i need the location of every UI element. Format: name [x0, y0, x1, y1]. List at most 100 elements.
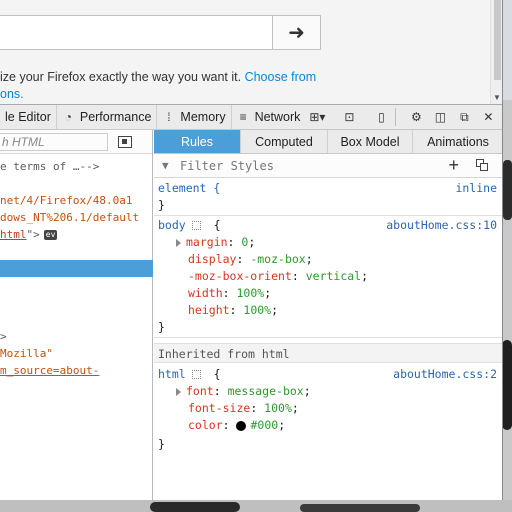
markup-text: Mozilla" [0, 347, 53, 360]
promo-sentence: ize your Firefox exactly the way you wan… [0, 70, 242, 84]
choose-from-link[interactable]: Choose from [245, 70, 317, 84]
css-declaration[interactable]: margin: 0; [176, 234, 255, 251]
css-declaration[interactable]: color: #000; [188, 417, 285, 434]
dock-side-icon: ◫ [434, 110, 447, 124]
tab-memory[interactable]: ⁞ Memory [157, 104, 232, 130]
markup-text: net/4/Firefox/48.0a1 [0, 194, 133, 207]
search-input[interactable] [0, 15, 273, 50]
property-name[interactable]: margin [186, 235, 228, 249]
close-icon: ✕ [483, 110, 494, 124]
markup-node-line[interactable]: html"> ev [0, 226, 153, 243]
property-value[interactable]: -moz-box [250, 252, 305, 266]
network-icon: ≡ [239, 110, 247, 124]
highlight-selector-icon[interactable] [191, 221, 201, 230]
css-declaration[interactable]: width: 100%; [188, 285, 271, 302]
filter-styles-input[interactable]: Filter Styles [180, 159, 274, 173]
event-badge[interactable]: ev [43, 230, 58, 240]
property-name[interactable]: font [186, 384, 214, 398]
tab-label: Network [254, 110, 301, 124]
element-rule-selector[interactable]: element { [158, 180, 220, 197]
html-rule-selector[interactable]: html { [158, 366, 221, 383]
property-name[interactable]: height [188, 303, 230, 317]
tab-performance[interactable]: ◔ Performance [57, 104, 158, 130]
tab-animations[interactable]: Animations [413, 130, 502, 153]
markup-node-line[interactable]: e terms of …--> [0, 158, 153, 175]
markup-node-line[interactable]: Mozilla" [0, 345, 153, 362]
element-rule-source[interactable]: inline [455, 180, 497, 197]
markup-node-line[interactable]: net/4/Firefox/48.0a1 [0, 192, 153, 209]
markup-text: > [0, 330, 7, 343]
inherited-header: Inherited from html [154, 343, 502, 363]
responsive-mode-button[interactable]: ▯ [369, 105, 393, 130]
css-declaration[interactable]: display: -moz-box; [188, 251, 313, 268]
css-declaration[interactable]: font-size: 100%; [188, 400, 299, 417]
markup-node-line[interactable] [0, 294, 153, 311]
search-go-button[interactable]: ➜ [273, 15, 321, 50]
open-brace: { [213, 367, 221, 381]
markup-panel: h HTML e terms of …--> net/4/Firefox/48.0… [0, 130, 153, 500]
toggle-pseudo-classes-icon[interactable] [476, 159, 489, 172]
property-name[interactable]: -moz-box-orient [188, 269, 292, 283]
undock-button[interactable]: ⧉ [452, 105, 476, 130]
close-devtools-button[interactable]: ✕ [476, 105, 500, 130]
property-name[interactable]: display [188, 252, 236, 266]
scratchpad-icon: ⊡ [344, 110, 355, 124]
property-value[interactable]: 100% [264, 401, 292, 415]
page-scrollbar-thumb[interactable] [494, 0, 501, 80]
property-value[interactable]: message-box [228, 384, 304, 398]
tab-rules[interactable]: Rules [154, 130, 241, 153]
markup-node-line[interactable] [0, 243, 153, 260]
tab-style-editor[interactable]: le Editor [0, 104, 57, 130]
highlight-selector-icon[interactable] [191, 370, 201, 379]
tab-network[interactable]: ≡ Network [232, 105, 306, 130]
filter-bar: ▼ Filter Styles + [154, 154, 502, 178]
scroll-down-arrow-icon[interactable]: ▼ [493, 93, 501, 102]
markup-text: "> [26, 228, 40, 241]
markup-text: e terms of …--> [0, 160, 100, 173]
devtools-toolbar: le Editor ◔ Performance ⁞ Memory ≡ Netwo… [0, 104, 502, 130]
body-rule-source[interactable]: aboutHome.css:10 [386, 217, 497, 234]
memory-icon: ⁞ [167, 110, 171, 124]
property-value[interactable]: #000 [250, 418, 278, 432]
property-value[interactable]: 100% [243, 303, 271, 317]
gear-icon: ⚙ [411, 110, 422, 124]
body-rule-selector[interactable]: body { [158, 217, 221, 234]
html-search-input[interactable]: h HTML [0, 132, 108, 151]
expand-triangle-icon[interactable] [176, 387, 181, 396]
markup-text: html [0, 228, 27, 241]
markup-node-line[interactable]: dows_NT%206.1/default [0, 209, 153, 226]
property-value[interactable]: vertical [306, 269, 361, 283]
page-scrollbar[interactable]: ▼ [490, 0, 502, 104]
body-rule-close: } [158, 320, 165, 334]
settings-button[interactable]: ⚙ [404, 105, 428, 130]
markup-node-line[interactable] [0, 277, 153, 294]
property-name[interactable]: font-size [188, 401, 250, 415]
css-declaration[interactable]: font: message-box; [176, 383, 311, 400]
markup-node-line[interactable] [0, 311, 153, 328]
css-declaration[interactable]: height: 100%; [188, 302, 278, 319]
element-picker-icon[interactable] [118, 135, 132, 148]
html-rule-source[interactable]: aboutHome.css:2 [393, 366, 497, 383]
markup-node-line[interactable]: > [0, 328, 153, 345]
promo-link-continued[interactable]: ons. [0, 87, 24, 101]
add-rule-button[interactable]: + [448, 155, 459, 176]
desktop-background-bottom [0, 500, 512, 512]
color-swatch[interactable] [236, 420, 247, 431]
markup-node-line[interactable]: m_source=about- [0, 362, 153, 379]
tab-box-model[interactable]: Box Model [328, 130, 413, 153]
tab-label: le Editor [5, 110, 51, 124]
markup-node-line[interactable] [0, 260, 153, 277]
split-console-button[interactable]: ⊞▾ [305, 105, 329, 130]
element-rule-close: } [158, 198, 165, 212]
scratchpad-button[interactable]: ⊡ [337, 105, 361, 130]
property-name[interactable]: color [188, 418, 223, 432]
dock-side-button[interactable]: ◫ [428, 105, 452, 130]
selector-text: body [158, 218, 186, 232]
markup-node-line[interactable] [0, 175, 153, 192]
tab-computed[interactable]: Computed [241, 130, 328, 153]
property-name[interactable]: width [188, 286, 223, 300]
css-declaration[interactable]: -moz-box-orient: vertical; [188, 268, 368, 285]
expand-triangle-icon[interactable] [176, 238, 181, 247]
performance-icon: ◔ [64, 110, 72, 124]
property-value[interactable]: 100% [236, 286, 264, 300]
